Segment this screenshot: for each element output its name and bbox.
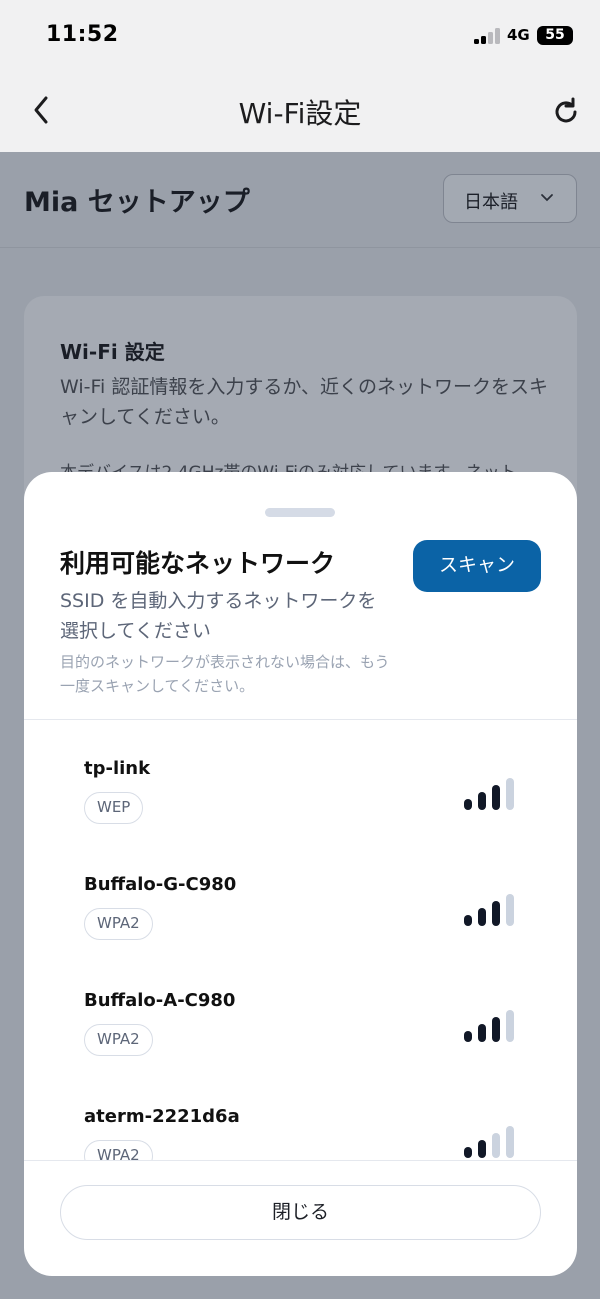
security-badge: WPA2: [84, 1024, 153, 1056]
chevron-down-icon: [541, 194, 553, 202]
signal-bar: [506, 778, 514, 810]
sheet-handle[interactable]: [265, 508, 335, 517]
network-item[interactable]: Buffalo-A-C980 WPA2: [24, 952, 577, 1068]
signal-bar: [464, 915, 472, 926]
signal-bar: [506, 894, 514, 926]
sheet-subtitle: SSID を自動入力するネットワークを選択してください: [60, 590, 377, 642]
signal-bar: [492, 1017, 500, 1042]
signal-bar: [464, 799, 472, 810]
network-type: 4G: [507, 26, 530, 44]
card-title: Wi-Fi 設定: [60, 340, 165, 364]
signal-bar: [478, 1140, 486, 1158]
wifi-signal-icon: [464, 1010, 518, 1042]
status-time: 11:52: [46, 22, 119, 47]
scan-button[interactable]: スキャン: [413, 540, 541, 592]
security-badge: WEP: [84, 792, 144, 824]
nav-bar: Wi-Fi設定: [0, 72, 600, 152]
page-header: Mia セットアップ 日本語: [0, 152, 600, 248]
signal-bar: [506, 1126, 514, 1158]
network-item[interactable]: tp-link WEP: [24, 720, 577, 836]
close-button[interactable]: 閉じる: [60, 1185, 541, 1240]
security-badge: WPA2: [84, 908, 153, 940]
wifi-signal-icon: [464, 778, 518, 810]
signal-bar: [492, 1133, 500, 1158]
network-ssid: Buffalo-G-C980: [84, 874, 237, 895]
network-item[interactable]: aterm-2221d6a WPA2: [24, 1068, 577, 1160]
signal-bar: [492, 785, 500, 810]
signal-bar: [506, 1010, 514, 1042]
signal-bar: [478, 792, 486, 810]
signal-bar: [492, 901, 500, 926]
network-ssid: aterm-2221d6a: [84, 1106, 240, 1127]
language-label: 日本語: [464, 192, 518, 213]
signal-bar: [464, 1031, 472, 1042]
status-bar: 11:52 4G 55: [0, 0, 600, 72]
network-ssid: Buffalo-A-C980: [84, 990, 236, 1011]
sheet-title: 利用可能なネットワーク: [60, 549, 336, 578]
security-badge: WPA2: [84, 1140, 153, 1160]
divider: [24, 1160, 577, 1161]
cellular-signal-icon: [474, 28, 500, 44]
signal-bar: [478, 1024, 486, 1042]
wifi-signal-icon: [464, 894, 518, 926]
card-description: Wi-Fi 認証情報を入力するか、近くのネットワークをスキャンしてください。: [60, 376, 548, 428]
network-ssid: tp-link: [84, 758, 151, 779]
network-sheet: 利用可能なネットワーク スキャン SSID を自動入力するネットワークを選択して…: [24, 472, 577, 1276]
wifi-signal-icon: [464, 1126, 518, 1158]
signal-bar: [464, 1147, 472, 1158]
network-item[interactable]: Buffalo-G-C980 WPA2: [24, 836, 577, 952]
language-select[interactable]: 日本語: [443, 174, 577, 223]
sheet-hint: 目的のネットワークが表示されない場合は、もう一度スキャンしてください。: [60, 653, 390, 695]
network-list: tp-link WEP Buffalo-G-C980 WPA2 Buffalo-…: [24, 720, 577, 1160]
signal-bar: [478, 908, 486, 926]
page-title: Mia セットアップ: [24, 187, 250, 218]
refresh-icon[interactable]: [550, 96, 582, 128]
nav-title: Wi-Fi設定: [238, 97, 362, 130]
battery-icon: 55: [537, 26, 573, 45]
